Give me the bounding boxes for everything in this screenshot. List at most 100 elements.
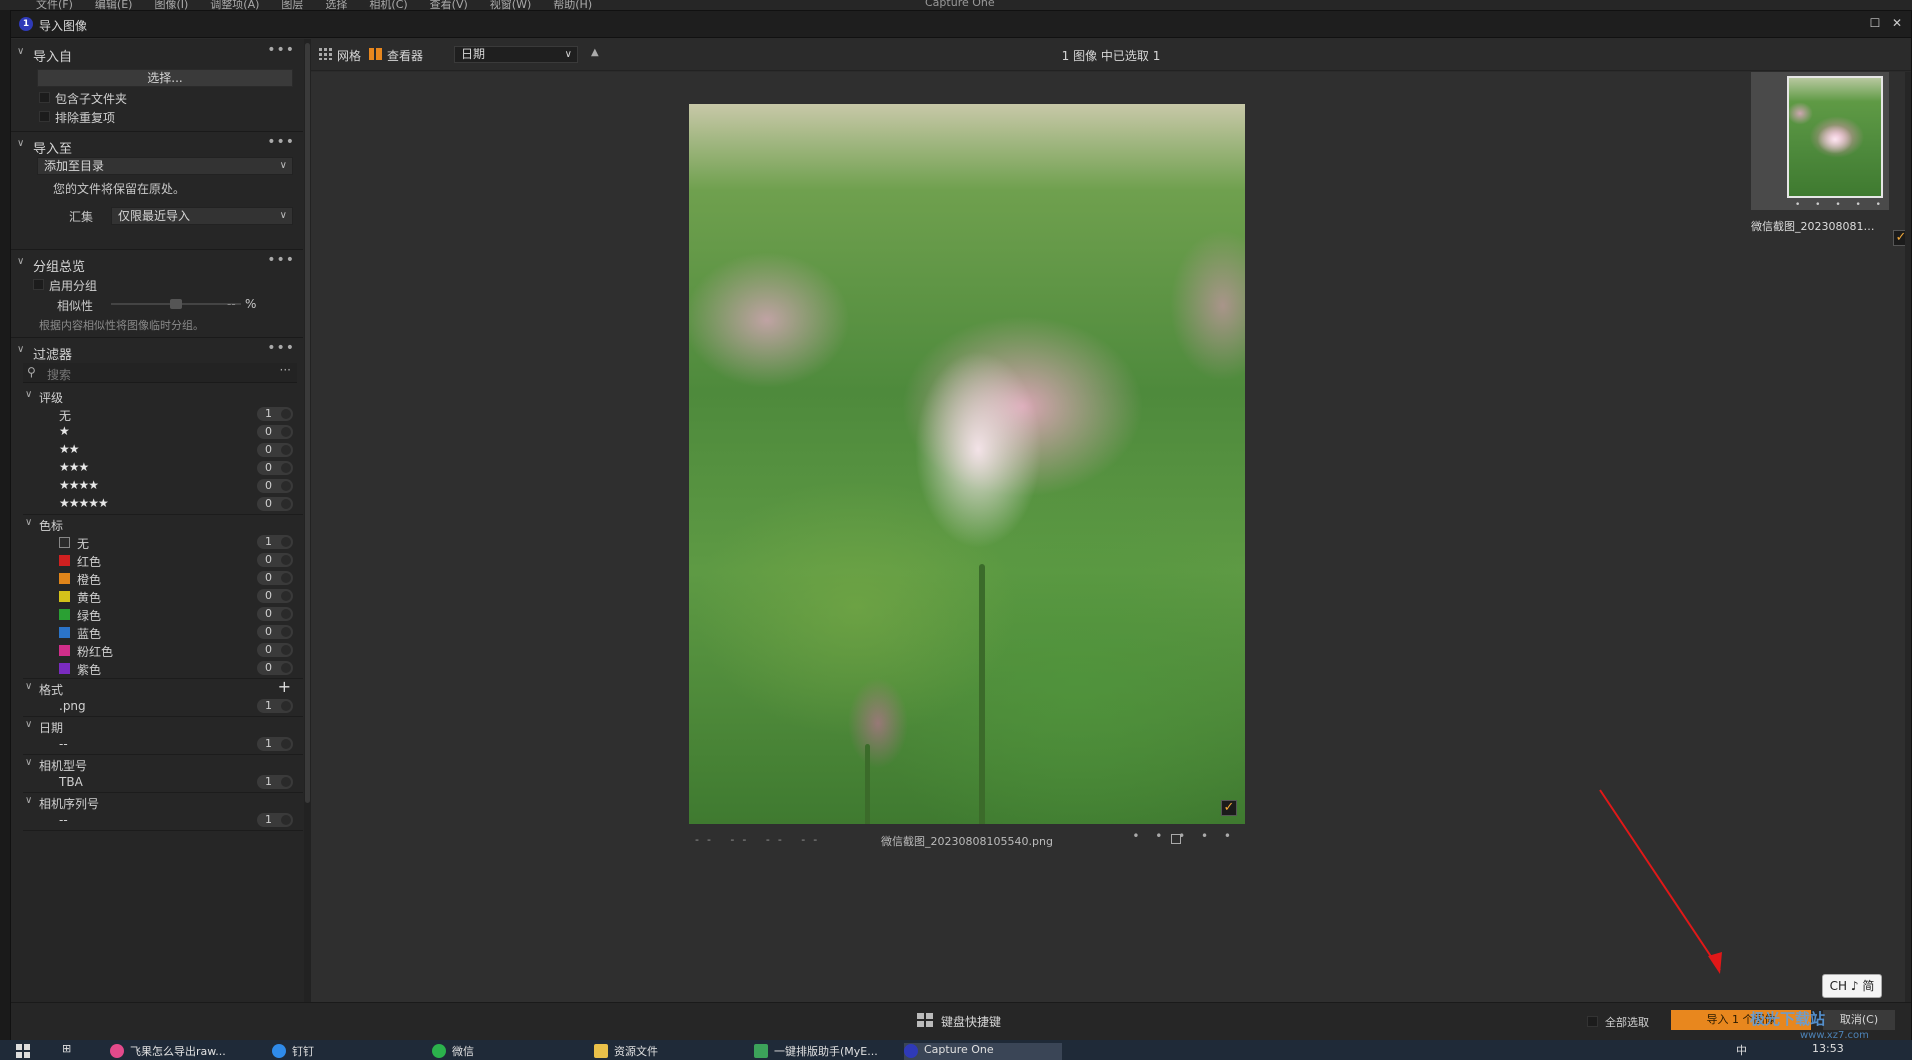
taskbar-app[interactable]: 飞果怎么导出raw... [110,1043,226,1060]
color-filter-row[interactable]: 无1 [23,533,303,551]
left-panel-scrollbar[interactable] [304,39,311,1060]
filter-group-format[interactable]: ∨ 格式 + [23,677,303,697]
destination-dropdown[interactable]: 添加至目录 ∨ [37,157,293,175]
color-filter-row[interactable]: 蓝色 0 [23,623,303,641]
filter-group-color-tag[interactable]: ∨ 色标 [23,515,303,533]
rating-filter-row[interactable]: ★★★ 0 [23,459,303,477]
keyboard-shortcuts-icon[interactable] [917,1013,933,1027]
cancel-button[interactable]: 取消(C) [1823,1010,1895,1030]
menu-image[interactable]: 图像(I) [154,0,188,10]
add-icon[interactable]: + [278,677,291,696]
color-filter-row[interactable]: 粉红色 0 [23,641,303,659]
taskbar-app-active[interactable]: Capture One [904,1043,1062,1060]
menu-edit[interactable]: 编辑(E) [95,0,133,10]
filter-search-input[interactable]: ⚲ 搜索 ··· [23,363,297,383]
import-from-header[interactable]: ∨ 导入自 ••• [11,41,303,65]
count-toggle[interactable]: 1 [257,535,293,549]
menu-file[interactable]: 文件(F) [36,0,73,10]
count-toggle[interactable]: 1 [257,813,293,827]
more-options-icon[interactable]: ••• [267,42,295,58]
menu-view[interactable]: 查看(V) [430,0,468,10]
color-filter-row[interactable]: 橙色 0 [23,569,303,587]
maximize-icon[interactable]: ☐ [1867,15,1883,31]
keyboard-shortcuts-button[interactable]: 键盘快捷键 [941,1013,1001,1030]
filter-group-date[interactable]: ∨ 日期 [23,717,303,735]
count-toggle[interactable]: 0 [257,497,293,511]
scrollbar-thumb[interactable] [305,43,310,803]
thumbnail-image[interactable] [1787,76,1883,198]
rating-filter-row[interactable]: 无1 [23,405,303,423]
color-filter-row[interactable]: 紫色 0 [23,659,303,677]
clock[interactable]: 13:53 [1812,1042,1844,1055]
taskbar-app[interactable]: 一键排版助手(MyE... [754,1043,878,1060]
rating-dots[interactable]: • • • • • [1132,829,1237,843]
filter-row[interactable]: TBA 1 [23,773,303,791]
exclude-duplicates-checkbox[interactable] [39,111,50,122]
menu-camera[interactable]: 相机(C) [369,0,407,10]
close-icon[interactable]: ✕ [1889,15,1905,31]
select-all-checkbox[interactable] [1587,1016,1598,1027]
import-checkbox-checked[interactable]: ✓ [1221,800,1237,816]
count-toggle[interactable]: 0 [257,643,293,657]
filter-row[interactable]: .png 1 [23,697,303,715]
task-view-icon[interactable]: ⊞ [62,1042,71,1055]
collection-dropdown[interactable]: 仅限最近导入 ∨ [111,207,293,225]
count-toggle[interactable]: 0 [257,461,293,475]
filter-row[interactable]: -- 1 [23,735,303,753]
similarity-value[interactable]: -- [227,297,236,311]
thumbnail-scrollbar[interactable] [1905,72,1911,1002]
thumbnail-card[interactable]: • • • • • [1751,72,1889,210]
menu-help[interactable]: 帮助(H) [553,0,592,10]
input-language[interactable]: 中 [1736,1042,1747,1058]
more-options-icon[interactable]: ••• [267,252,295,268]
count-toggle[interactable]: 0 [257,589,293,603]
menu-adjustments[interactable]: 调整项(A) [210,0,259,10]
count-toggle[interactable]: 1 [257,407,293,421]
more-options-icon[interactable]: ••• [267,340,295,356]
thumbnail-filename: 微信截图_202308081055... [1751,220,1881,233]
ime-indicator[interactable]: CH ♪ 简 [1822,974,1882,998]
more-options-icon[interactable]: ••• [267,134,295,150]
rating-filter-row[interactable]: ★★★★ 0 [23,477,303,495]
count-toggle[interactable]: 0 [257,443,293,457]
color-filter-row[interactable]: 绿色 0 [23,605,303,623]
include-subfolders-checkbox[interactable] [39,92,50,103]
color-filter-row[interactable]: 红色 0 [23,551,303,569]
similarity-slider[interactable] [11,299,303,313]
taskbar-app[interactable]: 钉钉 [272,1043,314,1060]
count-toggle[interactable]: 0 [257,607,293,621]
rating-filter-row[interactable]: ★★ 0 [23,441,303,459]
enable-grouping-checkbox[interactable] [33,279,44,290]
select-source-button[interactable]: 选择... [37,69,293,87]
rating-filter-row[interactable]: ★★★★★ 0 [23,495,303,513]
taskbar-app[interactable]: 资源文件 [594,1043,658,1060]
rating-filter-row[interactable]: ★ 0 [23,423,303,441]
import-to-header[interactable]: ∨ 导入至 ••• [11,133,303,157]
filter-group-rating[interactable]: ∨ 评级 [23,387,303,405]
thumbnail-strip: • • • • • 微信截图_202308081055... ✓ [1747,72,1911,1002]
menu-select[interactable]: 选择 [325,0,347,10]
count-toggle[interactable]: 0 [257,553,293,567]
slider-knob[interactable] [170,299,182,309]
thumbnail-rating-dots[interactable]: • • • • • [1795,200,1887,210]
search-options-icon[interactable]: ··· [280,363,291,377]
taskbar-app[interactable]: 微信 [432,1043,474,1060]
color-filter-row[interactable]: 黄色 0 [23,587,303,605]
windows-start-icon[interactable] [16,1044,30,1058]
filters-header[interactable]: ∨ 过滤器 ••• [11,339,303,363]
filter-group-camera-serial[interactable]: ∨ 相机序列号 [23,793,303,811]
count-toggle[interactable]: 0 [257,661,293,675]
count-toggle[interactable]: 0 [257,625,293,639]
menu-layers[interactable]: 图层 [281,0,303,10]
preview-image[interactable]: ✓ [689,104,1245,824]
count-toggle[interactable]: 1 [257,699,293,713]
count-toggle[interactable]: 0 [257,479,293,493]
count-toggle[interactable]: 1 [257,775,293,789]
count-toggle[interactable]: 1 [257,737,293,751]
filter-group-camera-model[interactable]: ∨ 相机型号 [23,755,303,773]
count-toggle[interactable]: 0 [257,571,293,585]
count-toggle[interactable]: 0 [257,425,293,439]
grouping-header[interactable]: ∨ 分组总览 ••• [11,251,303,275]
menu-window[interactable]: 视窗(W) [490,0,531,10]
filter-row[interactable]: -- 1 [23,811,303,829]
